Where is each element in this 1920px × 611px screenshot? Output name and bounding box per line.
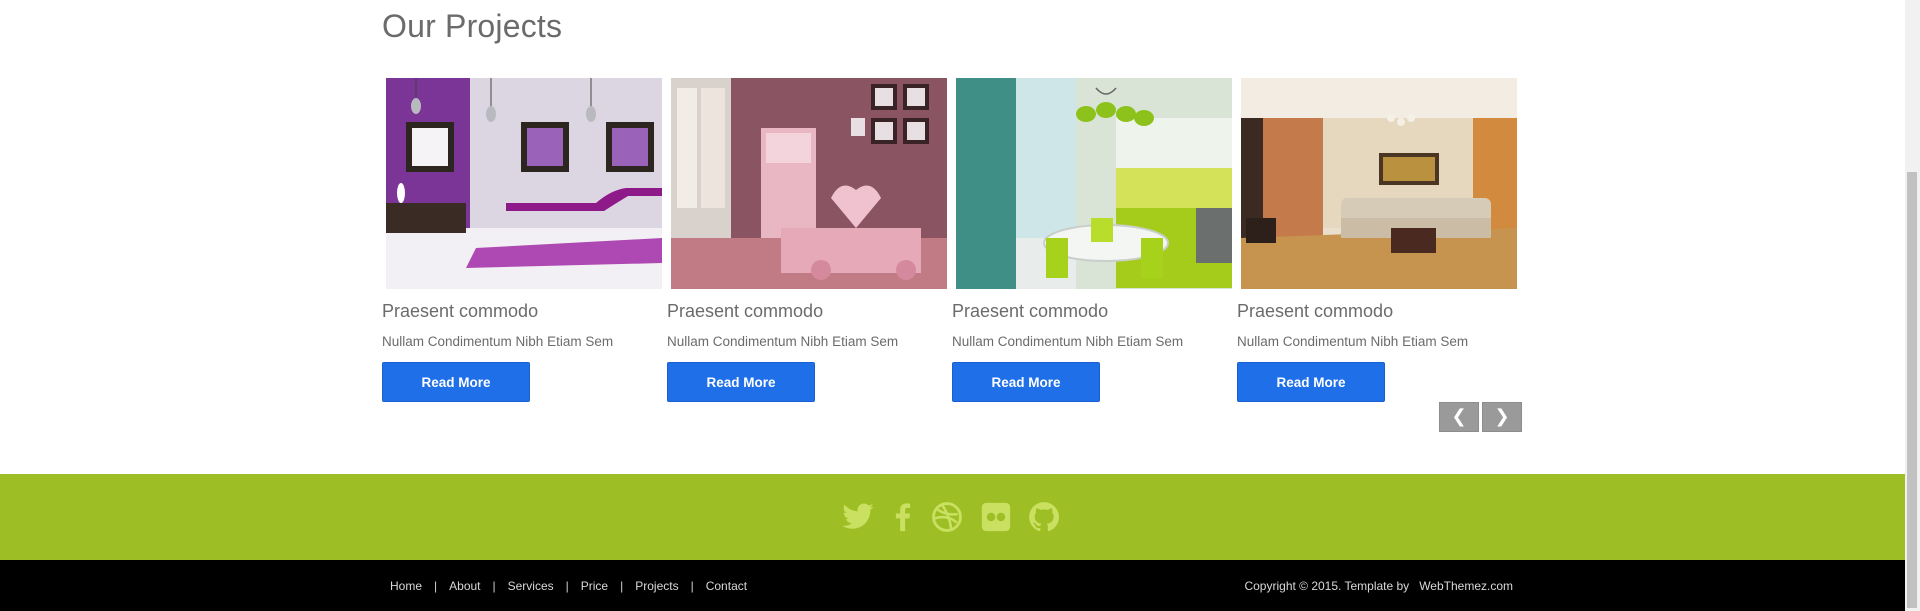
carousel-prev-button[interactable]: ❮ [1439,402,1479,432]
twitter-icon[interactable] [841,500,875,534]
footer-link-projects[interactable]: Projects [635,579,678,593]
project-subtitle: Nullam Condimentum Nibh Etiam Sem [1237,334,1469,349]
project-image-green-kitchen[interactable] [956,78,1232,289]
project-subtitle: Nullam Condimentum Nibh Etiam Sem [382,334,614,349]
flickr-icon[interactable] [979,500,1013,534]
credit-link[interactable]: WebThemez.com [1419,579,1513,593]
footer-bar: Home | About | Services | Price | Projects | Conta… [0,560,1905,611]
page: Our Projects Praesent commodo Nullam Con… [0,0,1920,611]
footer-link-services[interactable]: Services [508,579,554,593]
project-image-pink-room[interactable] [671,78,947,289]
read-more-button[interactable]: Read More [1237,362,1385,402]
footer-nav: Home | About | Services | Price | Projects | Conta… [390,579,747,593]
scrollbar-thumb[interactable] [1907,172,1917,608]
footer-link-price[interactable]: Price [581,579,608,593]
project-subtitle: Nullam Condimentum Nibh Etiam Sem [952,334,1184,349]
footer-separator: | [434,579,438,593]
github-icon[interactable] [1027,500,1061,534]
carousel-next-button[interactable]: ❯ [1482,402,1522,432]
project-title: Praesent commodo [667,301,824,321]
page-scrollbar[interactable] [1905,0,1920,611]
footer-link-contact[interactable]: Contact [706,579,747,593]
dribbble-icon[interactable] [930,500,964,534]
footer-separator: | [492,579,496,593]
project-image-purple-room[interactable] [386,78,662,289]
copyright-text: Copyright © 2015. Template by [1244,579,1410,593]
read-more-button[interactable]: Read More [667,362,815,402]
read-more-button[interactable]: Read More [382,362,530,402]
footer-separator: | [620,579,624,593]
copyright: Copyright © 2015. Template by WebThemez.c… [1244,579,1513,593]
project-image-living-room[interactable] [1241,78,1517,289]
project-title: Praesent commodo [952,301,1109,321]
project-title: Praesent commodo [382,301,539,321]
footer-link-about[interactable]: About [449,579,480,593]
section-title: Our Projects [382,8,563,44]
project-subtitle: Nullam Condimentum Nibh Etiam Sem [667,334,899,349]
footer-separator: | [565,579,569,593]
read-more-button[interactable]: Read More [952,362,1100,402]
social-bar [0,474,1905,560]
footer-separator: | [690,579,694,593]
footer-link-home[interactable]: Home [390,579,422,593]
facebook-icon[interactable] [886,500,920,534]
project-title: Praesent commodo [1237,301,1394,321]
